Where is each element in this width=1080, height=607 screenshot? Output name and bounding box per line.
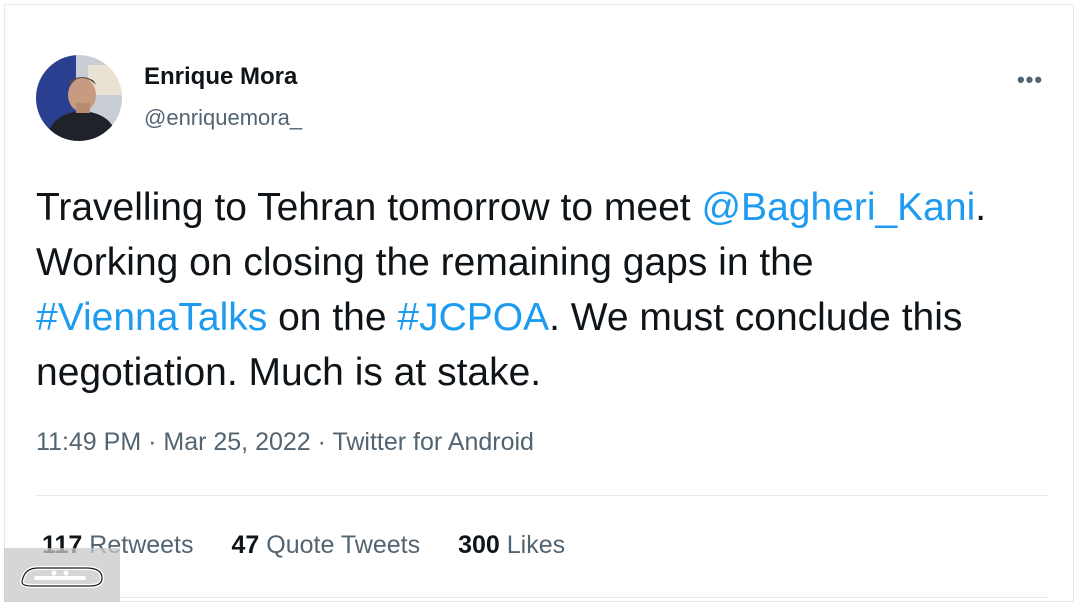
user-name[interactable]: Enrique Mora bbox=[144, 63, 297, 91]
avatar-photo bbox=[36, 55, 122, 141]
likes-count: 300 bbox=[458, 531, 500, 559]
tweet-text-segment: . bbox=[975, 186, 987, 229]
tweet-text: Travelling to Tehran tomorrow to meet @B… bbox=[36, 180, 1046, 400]
divider bbox=[36, 495, 1048, 496]
user-handle[interactable]: @enriquemora_ bbox=[144, 105, 302, 131]
tweet-source[interactable]: Twitter for Android bbox=[332, 428, 533, 456]
hashtag-link[interactable]: #ViennaTalks bbox=[36, 296, 267, 339]
tweet-date[interactable]: Mar 25, 2022 bbox=[163, 428, 310, 456]
divider bbox=[36, 597, 1048, 598]
tweet-text-segment: Working on closing the remaining gaps in… bbox=[36, 241, 814, 284]
tweet-stats: 117 Retweets 47 Quote Tweets 300 Likes bbox=[42, 531, 565, 560]
mention-link[interactable]: @Bagheri_Kani bbox=[701, 186, 975, 229]
ellipsis-icon: ••• bbox=[1016, 67, 1044, 92]
tweet-text-segment: on the bbox=[267, 296, 398, 339]
likes-stat[interactable]: 300 Likes bbox=[458, 531, 565, 560]
tweet-time[interactable]: 11:49 PM bbox=[36, 428, 141, 456]
watermark-logo bbox=[4, 548, 120, 602]
avatar[interactable] bbox=[36, 55, 122, 141]
separator: · bbox=[310, 428, 333, 456]
tweet-metadata: 11:49 PM · Mar 25, 2022 · Twitter for An… bbox=[36, 428, 534, 457]
hashtag-link[interactable]: #JCPOA bbox=[397, 296, 549, 339]
likes-label: Likes bbox=[499, 531, 566, 559]
separator: · bbox=[141, 428, 164, 456]
quote-tweets-count: 47 bbox=[231, 531, 260, 559]
tweet-text-segment: Travelling to Tehran tomorrow to meet bbox=[36, 186, 702, 229]
tweet-text-segment: negotiation. Much is at stake. bbox=[36, 351, 542, 394]
tweet-text-segment: . We must conclude this bbox=[549, 296, 963, 339]
more-options-button[interactable]: ••• bbox=[1008, 66, 1052, 94]
quote-tweets-stat[interactable]: 47 Quote Tweets bbox=[232, 531, 421, 560]
watermark-logo-icon bbox=[20, 566, 104, 588]
quote-tweets-label: Quote Tweets bbox=[259, 531, 421, 559]
